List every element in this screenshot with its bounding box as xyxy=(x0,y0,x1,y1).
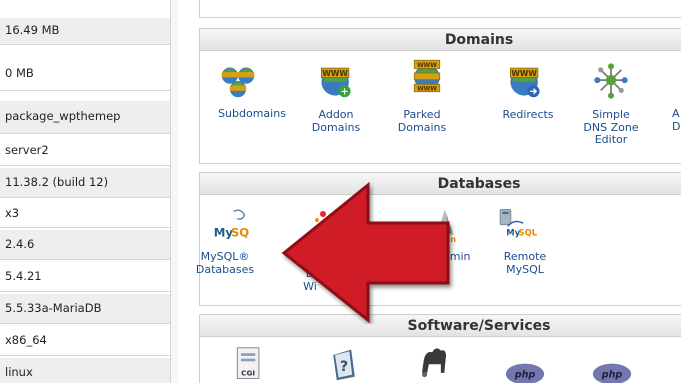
mysql-databases-icon: My SQL xyxy=(214,209,250,240)
php-config-link[interactable]: php xyxy=(592,356,642,383)
svg-text:WWW: WWW xyxy=(417,85,437,92)
domains-section-title: Domains xyxy=(200,29,681,51)
question-doc-icon: ? xyxy=(333,349,355,381)
remote-mysql-link[interactable]: My SQL Remote MySQL xyxy=(490,206,560,286)
help-doc-link[interactable]: ? xyxy=(324,346,360,383)
subdomains-icon xyxy=(221,67,255,98)
stats-scroll-divider xyxy=(170,0,178,383)
subdomains-label: Subdomains xyxy=(218,107,286,120)
svg-text:SQL: SQL xyxy=(231,226,250,240)
stats-panel: 16.49 MB 0 MB package_wpthemep server2 1… xyxy=(0,0,178,383)
svg-text:WWW: WWW xyxy=(322,69,348,78)
stat-php-version: 5.4.21 xyxy=(0,262,170,292)
subdomains-link[interactable]: Subdomains xyxy=(208,63,298,133)
svg-text:CGI: CGI xyxy=(241,369,255,378)
svg-text:WWW: WWW xyxy=(417,62,437,69)
stat-disk-usage: 16.49 MB xyxy=(0,18,170,45)
svg-text:WWW: WWW xyxy=(511,69,537,78)
parked-domains-link[interactable]: WWW WWW Parked Domains xyxy=(394,58,474,143)
svg-text:?: ? xyxy=(340,359,348,375)
advanced-dns-link[interactable]: A D xyxy=(672,108,681,138)
remote-mysql-label: Remote MySQL xyxy=(503,250,547,276)
remote-mysql-icon: My SQL xyxy=(499,209,537,238)
redirects-icon: WWW xyxy=(509,67,540,98)
stat-theme: x3 xyxy=(0,200,170,228)
dns-zone-editor-link[interactable]: Simple DNS Zone Editor xyxy=(578,63,648,158)
stat-mysql-version: 5.5.33a-MariaDB xyxy=(0,294,170,324)
perl-modules-link[interactable] xyxy=(414,342,454,383)
stat-hosting-package: package_wpthemep xyxy=(0,101,170,134)
addon-domains-link[interactable]: WWW + Addon Domains xyxy=(296,63,376,143)
addon-domains-icon: WWW + xyxy=(320,67,351,98)
php-pear-link[interactable]: php xyxy=(505,356,555,383)
cgi-center-link[interactable]: CGI xyxy=(229,346,265,383)
svg-text:+: + xyxy=(341,87,349,98)
stat-server-name: server2 xyxy=(0,136,170,166)
svg-text:php: php xyxy=(601,369,623,380)
svg-text:SQL: SQL xyxy=(519,228,537,238)
red-arrow-annotation-icon xyxy=(281,181,450,324)
previous-section-box xyxy=(199,0,681,18)
addon-domains-label: Addon Domains xyxy=(311,108,361,134)
php-icon: php xyxy=(592,363,632,383)
advanced-dns-label: A D xyxy=(672,108,681,133)
stat-mysql-disk: 0 MB xyxy=(0,58,170,91)
parked-domains-icon: WWW WWW xyxy=(413,59,441,92)
php-icon: php xyxy=(505,363,545,383)
dns-zone-editor-icon xyxy=(594,63,628,99)
redirects-link[interactable]: WWW Redirects xyxy=(490,63,566,133)
parked-domains-label: Parked Domains xyxy=(397,108,447,134)
stat-os: linux xyxy=(0,358,170,383)
stat-architecture: x86_64 xyxy=(0,326,170,356)
dns-zone-editor-label: Simple DNS Zone Editor xyxy=(583,108,639,146)
redirects-label: Redirects xyxy=(502,108,554,121)
stat-apache-version: 2.4.6 xyxy=(0,230,170,260)
cgi-icon: CGI xyxy=(236,347,260,379)
mysql-databases-label: MySQL® Databases xyxy=(195,250,255,276)
stat-cpanel-version: 11.38.2 (build 12) xyxy=(0,168,170,198)
svg-text:php: php xyxy=(514,369,536,380)
camel-icon xyxy=(422,348,446,378)
